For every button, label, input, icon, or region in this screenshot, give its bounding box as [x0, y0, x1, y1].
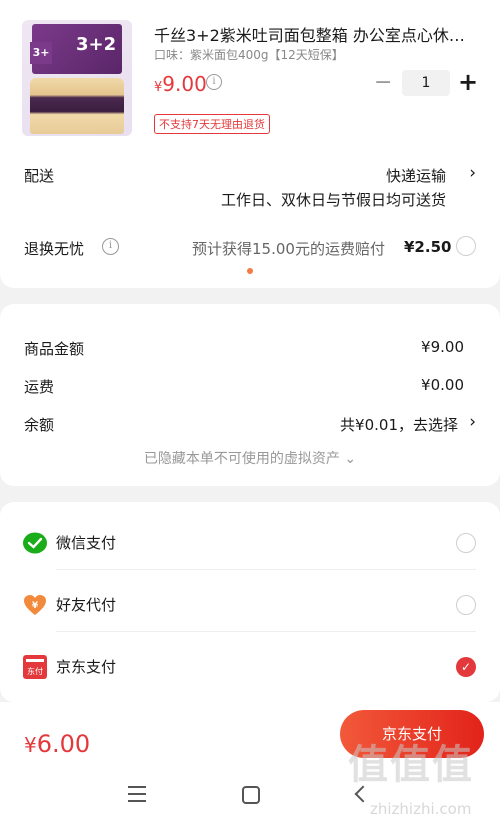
- freight-value: ¥0.00: [421, 376, 464, 394]
- shipping-chevron-icon[interactable]: ›: [469, 163, 476, 183]
- quantity-plus-button[interactable]: +: [458, 68, 478, 96]
- watermark-url: zhizhizhi.com: [370, 800, 472, 818]
- payment-radio-checked[interactable]: ✓: [456, 657, 476, 677]
- returns-label: 退换无忧: [24, 240, 85, 258]
- payment-radio[interactable]: [456, 533, 476, 553]
- product-thumbnail[interactable]: 3+2 3+: [22, 20, 132, 136]
- quantity-input[interactable]: 1: [402, 70, 450, 96]
- svg-text:¥: ¥: [32, 601, 39, 611]
- payment-option-wechat[interactable]: 微信支付: [0, 508, 500, 570]
- total-symbol: ¥: [24, 733, 37, 757]
- menu-icon[interactable]: [128, 786, 146, 802]
- returns-price: ¥2.50: [404, 238, 452, 256]
- home-icon[interactable]: [242, 786, 260, 804]
- shipping-desc: 工作日、双休日与节假日均可送货: [220, 191, 446, 209]
- quantity-minus-button[interactable]: −: [374, 70, 392, 95]
- returns-info-icon[interactable]: i: [102, 238, 119, 255]
- product-title[interactable]: 千丝3+2紫米吐司面包整箱 办公室点心休…: [154, 22, 478, 46]
- wechat-pay-icon: [23, 532, 47, 554]
- shipping-method[interactable]: 快递运输: [386, 165, 446, 186]
- payment-label: 微信支付: [56, 534, 117, 552]
- watermark: 值值值: [348, 742, 474, 788]
- returns-desc: 预计获得15.00元的运费赔付: [192, 240, 385, 258]
- total-value: 6.00: [36, 730, 91, 758]
- thumbnail-bread: [30, 78, 124, 134]
- hidden-assets-toggle[interactable]: 已隐藏本单不可使用的虚拟资产 ⌄: [0, 448, 500, 468]
- price-value: 9.00: [162, 72, 207, 96]
- page-indicator-dot: [247, 268, 253, 274]
- payment-radio[interactable]: [456, 595, 476, 615]
- shipping-label: 配送: [24, 167, 55, 185]
- price-info-icon[interactable]: i: [206, 74, 222, 90]
- payment-option-jd[interactable]: 东付 京东支付 ✓: [0, 632, 500, 694]
- payment-label: 好友代付: [56, 596, 117, 614]
- total-price: ¥6.00: [24, 730, 90, 758]
- thumbnail-badge: 3+: [30, 42, 52, 64]
- payment-option-friend[interactable]: ¥ 好友代付: [0, 570, 500, 632]
- thumbnail-text: 3+2: [76, 34, 117, 55]
- goods-amount-value: ¥9.00: [421, 338, 464, 356]
- balance-label: 余额: [24, 416, 55, 434]
- friend-pay-icon: ¥: [24, 595, 46, 615]
- payment-card: 微信支付 ¥ 好友代付 东付 京东支付 ✓: [0, 502, 500, 702]
- product-card: 3+2 3+ 千丝3+2紫米吐司面包整箱 办公室点心休… 口味：紫米面包400g…: [0, 0, 500, 288]
- no-return-tag: 不支持7天无理由退货: [154, 114, 270, 134]
- jd-pay-icon-text: 东付: [27, 666, 43, 676]
- freight-label: 运费: [24, 378, 55, 396]
- goods-amount-label: 商品金额: [24, 340, 85, 358]
- product-price: ¥9.00: [154, 72, 207, 96]
- returns-radio[interactable]: [456, 236, 476, 256]
- balance-chevron-icon[interactable]: ›: [469, 412, 476, 432]
- amount-card: 商品金额 ¥9.00 运费 ¥0.00 余额 共¥0.01，去选择 › 已隐藏本…: [0, 304, 500, 486]
- payment-label: 京东支付: [56, 658, 117, 676]
- jd-pay-icon: 东付: [23, 655, 47, 679]
- balance-value[interactable]: 共¥0.01，去选择: [340, 414, 458, 435]
- product-spec[interactable]: 口味：紫米面包400g【12天短保】: [154, 46, 344, 63]
